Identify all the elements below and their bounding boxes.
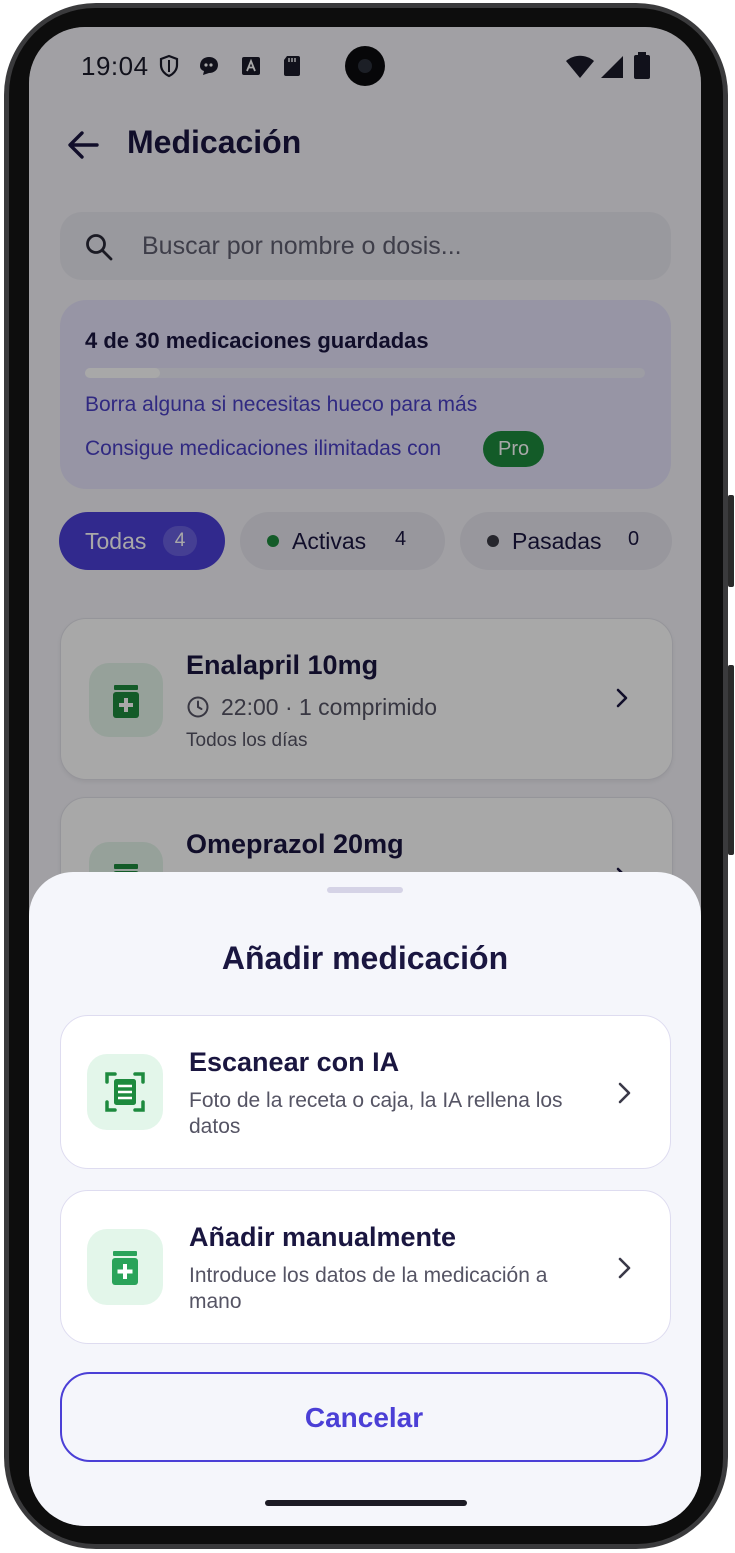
cancel-button-label: Cancelar: [304, 1402, 424, 1433]
pill-bottle-plus-icon: [87, 1229, 163, 1305]
phone-mockup: 19:04 Medicación Buscar por nombre o dos…: [0, 0, 735, 1553]
screen: 19:04 Medicación Buscar por nombre o dos…: [29, 27, 701, 1526]
option-title: Añadir manualmente: [189, 1222, 457, 1252]
option-description: Foto de la receta o caja, la IA rellena …: [189, 1089, 563, 1138]
scan-document-icon: [87, 1054, 163, 1130]
volume-button: [728, 495, 734, 587]
scan-with-ai-option[interactable]: Escanear con IA Foto de la receta o caja…: [60, 1015, 671, 1169]
add-medication-sheet: Añadir medicación Escanear con IA Foto d…: [29, 872, 701, 1526]
add-manually-option[interactable]: Añadir manualmente Introduce los datos d…: [60, 1190, 671, 1344]
chevron-right-icon: [618, 1082, 631, 1104]
home-indicator[interactable]: [265, 1500, 467, 1506]
option-description: Introduce los datos de la medicación a m…: [189, 1264, 548, 1313]
cancel-button[interactable]: Cancelar: [60, 1372, 668, 1462]
option-title: Escanear con IA: [189, 1047, 400, 1077]
power-button: [728, 665, 734, 855]
sheet-title: Añadir medicación: [221, 940, 509, 976]
sheet-drag-handle[interactable]: [327, 887, 403, 893]
chevron-right-icon: [618, 1257, 631, 1279]
